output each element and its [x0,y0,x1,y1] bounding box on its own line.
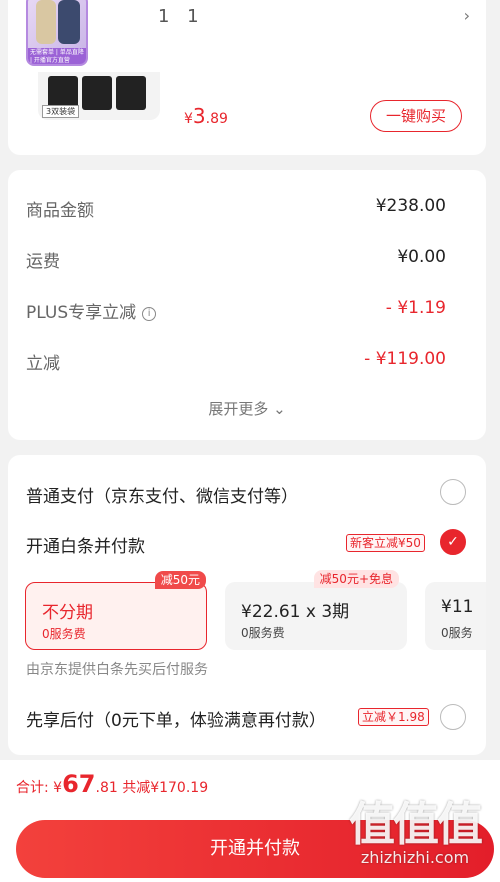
price-row: PLUS专享立减 i - ¥1.19 [26,298,446,328]
product-card[interactable]: 无需套单 | 单品直降 | 开播官方直营 1 1 › 3双装袋 ¥3.89 一键… [8,0,486,155]
plan-title: ¥22.61 x 3期 [241,602,350,622]
pack-label: 3双装袋 [42,105,80,118]
payment-card: 普通支付（京东支付、微信支付等） 开通白条并付款 新客立减¥50 ✓ 减50元 … [8,455,486,755]
price-row-label: PLUS专享立减 [26,303,137,323]
model-figure-right [58,0,80,44]
total-amount: 合计: ¥67.81 共减¥170.19 [16,770,209,798]
radio-normal[interactable] [440,479,466,505]
sock-image [116,76,146,110]
watermark-site: zhizhizhi.com [360,848,470,867]
watermark-logo: 值值值 [349,797,483,851]
plan-fee: 0服务 [441,626,473,640]
plan-fee: 0服务费 [241,626,285,640]
chevron-right-icon[interactable]: › [464,6,470,25]
price-row-value: ¥238.00 [375,196,446,216]
price-row-value: - ¥1.19 [385,298,446,318]
one-click-buy-button[interactable]: 一键购买 [370,100,462,132]
pay-later-tag: 立减￥1.98 [358,708,429,726]
baitiao-note: 由京东提供白条先买后付服务 [26,662,208,678]
price-row-label: 商品金额 [26,201,94,221]
plan-title: ¥11 [441,597,474,617]
plan-badge: 减50元 [154,571,206,589]
payment-option-normal[interactable]: 普通支付（京东支付、微信支付等） [26,482,298,507]
price-row-value: - ¥119.00 [364,349,446,369]
installment-plan-none[interactable]: 减50元 不分期 0服务费 [25,571,207,650]
thumbnail-strip-text: 无需套单 | 单品直降 | 开播官方直营 [28,48,86,64]
baitiao-promo-tag: 新客立减¥50 [346,534,425,552]
socks-thumbnail[interactable]: 3双装袋 [38,72,160,120]
price-row: 运费 ¥0.00 [26,247,446,277]
plan-badge: 减50元+免息 [313,570,399,588]
installment-plan-3[interactable]: 减50元+免息 ¥22.61 x 3期 0服务费 [225,570,407,650]
info-icon[interactable]: i [142,307,157,321]
plan-title: 不分期 [42,603,93,623]
sock-image [82,76,112,110]
radio-pay-later[interactable] [440,704,466,730]
payment-option-baitiao[interactable]: 开通白条并付款 [26,532,145,557]
total-saved: 共减¥170.19 [117,780,209,796]
price-row-value: ¥0.00 [397,247,446,267]
model-figure-left [36,0,56,44]
price-breakdown-card: 商品金额 ¥238.00 运费 ¥0.00 PLUS专享立减 i - ¥1.19 … [8,170,486,440]
product-thumbnail[interactable]: 无需套单 | 单品直降 | 开播官方直营 [26,0,88,66]
expand-more-link[interactable]: 展开更多 ⌄ [8,398,486,419]
price-row: 立减 - ¥119.00 [26,349,446,379]
product-price: ¥3.89 [184,104,228,128]
radio-baitiao-checked[interactable]: ✓ [440,529,466,555]
installment-plan-more[interactable]: ¥11 0服务 [425,582,486,650]
product-number: 1 1 [158,6,205,27]
price-row-label: 立减 [26,354,60,374]
price-row: 商品金额 ¥238.00 [26,196,446,226]
price-row-label: 运费 [26,252,60,272]
payment-option-pay-later[interactable]: 先享后付（0元下单，体验满意再付款） [26,706,326,731]
plan-fee: 0服务费 [42,627,86,641]
watermark: 值值值 zhizhizhi.com [340,800,490,867]
